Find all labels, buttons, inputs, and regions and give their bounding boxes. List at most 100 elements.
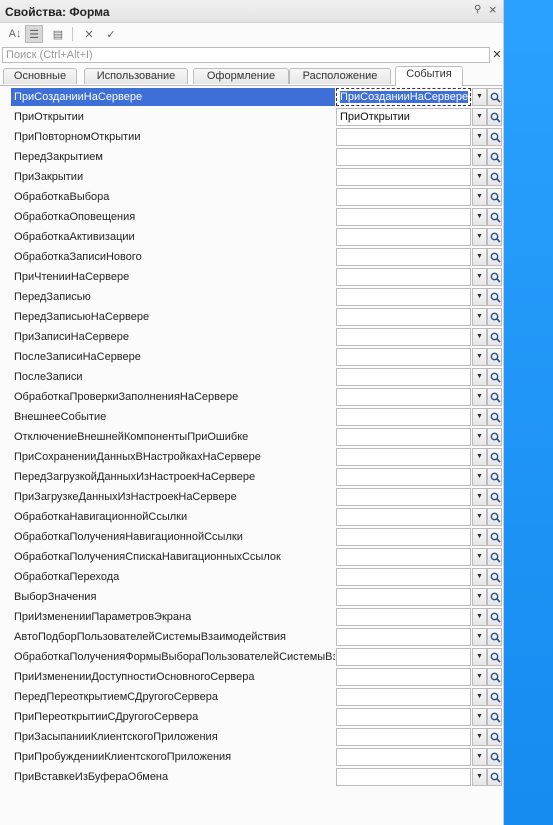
magnifier-icon[interactable] [487,248,502,266]
chevron-down-icon[interactable]: ▼ [472,148,487,166]
event-row[interactable]: ОбработкаЗаписиНового ▼ [11,247,502,267]
chevron-down-icon[interactable]: ▼ [472,488,487,506]
tab-0[interactable]: Основные [3,68,77,84]
magnifier-icon[interactable] [487,648,502,666]
chevron-down-icon[interactable]: ▼ [472,648,487,666]
chevron-down-icon[interactable]: ▼ [472,628,487,646]
group-categories-button[interactable]: ☰ [25,25,43,43]
magnifier-icon[interactable] [487,708,502,726]
event-handler-field[interactable] [336,448,471,466]
event-handler-field[interactable] [336,488,471,506]
event-handler-field[interactable] [336,568,471,586]
magnifier-icon[interactable] [487,168,502,186]
magnifier-icon[interactable] [487,448,502,466]
chevron-down-icon[interactable]: ▼ [472,248,487,266]
chevron-down-icon[interactable]: ▼ [472,548,487,566]
magnifier-icon[interactable] [487,328,502,346]
chevron-down-icon[interactable]: ▼ [472,128,487,146]
chevron-down-icon[interactable]: ▼ [472,328,487,346]
event-handler-field[interactable] [336,308,471,326]
chevron-down-icon[interactable]: ▼ [472,728,487,746]
tab-2[interactable]: Оформление [193,68,289,84]
magnifier-icon[interactable] [487,308,502,326]
event-handler-field[interactable] [336,248,471,266]
chevron-down-icon[interactable]: ▼ [472,308,487,326]
event-handler-field[interactable] [336,388,471,406]
event-handler-field[interactable] [336,728,471,746]
event-row[interactable]: ПриСохраненииДанныхВНастройкахНаСервере ▼ [11,447,502,467]
search-input[interactable]: Поиск (Ctrl+Alt+I) [2,47,490,63]
event-handler-field[interactable] [336,288,471,306]
event-handler-field[interactable] [336,668,471,686]
event-row[interactable]: ПриПовторномОткрытии ▼ [11,127,502,147]
event-row[interactable]: ВнешнееСобытие ▼ [11,407,502,427]
magnifier-icon[interactable] [487,228,502,246]
event-handler-field[interactable] [336,708,471,726]
magnifier-icon[interactable] [487,368,502,386]
close-icon[interactable]: × [489,2,497,17]
event-row[interactable]: ПриИзмененииДоступностиОсновногоСервера ▼ [11,667,502,687]
event-handler-field[interactable]: ПриСозданииНаСервере [336,88,471,106]
event-handler-field[interactable] [336,528,471,546]
magnifier-icon[interactable] [487,628,502,646]
chevron-down-icon[interactable]: ▼ [472,388,487,406]
event-handler-field[interactable] [336,348,471,366]
chevron-down-icon[interactable]: ▼ [472,688,487,706]
chevron-down-icon[interactable]: ▼ [472,168,487,186]
chevron-down-icon[interactable]: ▼ [472,208,487,226]
event-row[interactable]: ПриЗагрузкеДанныхИзНастроекНаСервере ▼ [11,487,502,507]
event-handler-field[interactable] [336,608,471,626]
tab-3[interactable]: Расположение [289,68,391,84]
pin-icon[interactable]: ⚲ [474,4,481,15]
event-row[interactable]: ОбработкаНавигационнойСсылки ▼ [11,507,502,527]
chevron-down-icon[interactable]: ▼ [472,88,487,106]
chevron-down-icon[interactable]: ▼ [472,748,487,766]
magnifier-icon[interactable] [487,268,502,286]
event-handler-field[interactable] [336,168,471,186]
magnifier-icon[interactable] [487,188,502,206]
magnifier-icon[interactable] [487,488,502,506]
event-handler-field[interactable] [336,548,471,566]
event-row[interactable]: ПриОткрытии ПриОткрытии ▼ [11,107,502,127]
event-handler-field[interactable] [336,408,471,426]
event-handler-field[interactable] [336,588,471,606]
chevron-down-icon[interactable]: ▼ [472,768,487,786]
magnifier-icon[interactable] [487,348,502,366]
magnifier-icon[interactable] [487,128,502,146]
event-row[interactable]: ОбработкаВыбора ▼ [11,187,502,207]
magnifier-icon[interactable] [487,508,502,526]
event-handler-field[interactable] [336,508,471,526]
event-row[interactable]: ПриЗасыпанииКлиентскогоПриложения ▼ [11,727,502,747]
chevron-down-icon[interactable]: ▼ [472,408,487,426]
chevron-down-icon[interactable]: ▼ [472,268,487,286]
magnifier-icon[interactable] [487,468,502,486]
event-handler-field[interactable]: ПриОткрытии [336,108,471,126]
event-row[interactable]: ПриЗакрытии ▼ [11,167,502,187]
chevron-down-icon[interactable]: ▼ [472,668,487,686]
event-handler-field[interactable] [336,468,471,486]
event-row[interactable]: ОтключениеВнешнейКомпонентыПриОшибке ▼ [11,427,502,447]
event-handler-field[interactable] [336,768,471,786]
confirm-button[interactable]: ✓ [102,25,120,43]
event-handler-field[interactable] [336,328,471,346]
event-handler-field[interactable] [336,648,471,666]
event-row[interactable]: ПередЗаписьюНаСервере ▼ [11,307,502,327]
event-handler-field[interactable] [336,368,471,386]
magnifier-icon[interactable] [487,608,502,626]
magnifier-icon[interactable] [487,88,502,106]
chevron-down-icon[interactable]: ▼ [472,348,487,366]
magnifier-icon[interactable] [487,688,502,706]
event-row[interactable]: ПередЗакрытием ▼ [11,147,502,167]
chevron-down-icon[interactable]: ▼ [472,468,487,486]
event-row[interactable]: ОбработкаПерехода ▼ [11,567,502,587]
event-row[interactable]: ПередЗаписью ▼ [11,287,502,307]
event-handler-field[interactable] [336,268,471,286]
chevron-down-icon[interactable]: ▼ [472,708,487,726]
chevron-down-icon[interactable]: ▼ [472,568,487,586]
magnifier-icon[interactable] [487,728,502,746]
event-row[interactable]: ОбработкаПроверкиЗаполненияНаСервере ▼ [11,387,502,407]
event-row[interactable]: ПриПробужденииКлиентскогоПриложения ▼ [11,747,502,767]
event-row[interactable]: ПриЗаписиНаСервере ▼ [11,327,502,347]
chevron-down-icon[interactable]: ▼ [472,528,487,546]
event-handler-field[interactable] [336,428,471,446]
